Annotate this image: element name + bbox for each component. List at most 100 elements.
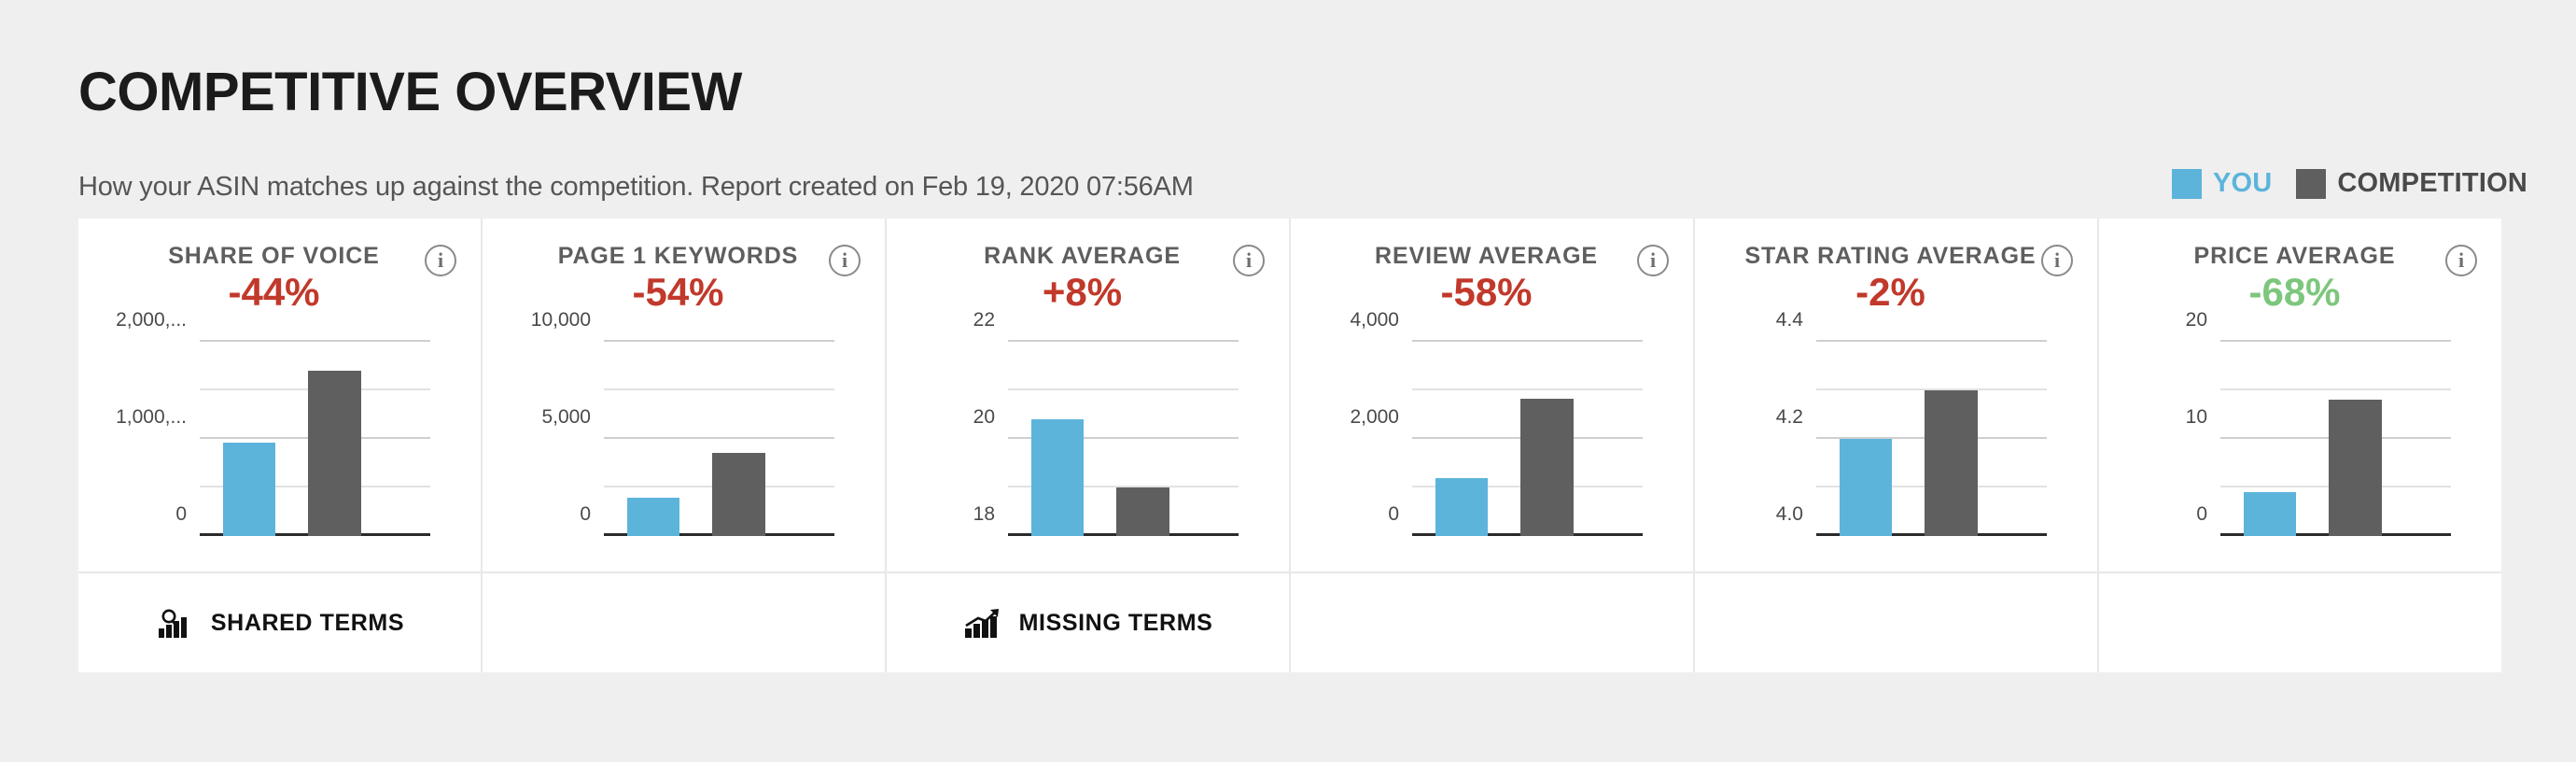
metric-card: PAGE 1 KEYWORDS -54% i 0 5,000 10,000: [483, 219, 887, 672]
bar-you: [1839, 439, 1893, 536]
metric-card-header: REVIEW AVERAGE -58% i: [1291, 219, 1693, 321]
chart-y-axis-tick-label: 2,000,...: [116, 309, 187, 331]
info-icon[interactable]: i: [2041, 245, 2073, 276]
metric-card-header: PRICE AVERAGE -68% i: [2099, 219, 2501, 321]
metric-card-footer: [1291, 572, 1693, 672]
info-icon[interactable]: i: [829, 245, 861, 276]
metric-title: RANK AVERAGE: [984, 243, 1181, 269]
bar-competition: [308, 371, 361, 536]
metric-title: STAR RATING AVERAGE: [1744, 243, 2037, 269]
metric-delta-value: +8%: [1042, 270, 1123, 314]
metric-delta-value: -68%: [2248, 270, 2341, 314]
metric-bar-chart: 0 1,000,... 2,000,...: [110, 309, 438, 557]
metric-bar-chart: 0 10 20: [2131, 309, 2458, 557]
chart-y-axis-tick-label: 4.0: [1775, 503, 1803, 525]
metric-card: REVIEW AVERAGE -58% i 0 2,000 4,000: [1291, 219, 1695, 672]
metric-card-strip: SHARE OF VOICE -44% i 0 1,000,... 2,000,... SH…: [78, 219, 2501, 672]
metric-card-header: RANK AVERAGE +8% i: [887, 219, 1289, 321]
metric-card-footer: [483, 572, 885, 672]
report-subtitle: How your ASIN matches up against the com…: [78, 172, 1194, 202]
metric-card-header: PAGE 1 KEYWORDS -54% i: [483, 219, 885, 321]
chart-y-axis-tick-label: 22: [973, 309, 995, 331]
legend-label-you: YOU: [2212, 168, 2273, 198]
legend-swatch-you-icon: [2171, 168, 2202, 199]
bar-you: [626, 498, 680, 536]
chart-y-axis-tick-label: 10,000: [530, 309, 591, 331]
chart-gridline-major: [1008, 340, 1239, 342]
chart-y-axis-tick-label: 4.4: [1775, 309, 1803, 331]
metric-title: PAGE 1 KEYWORDS: [557, 243, 799, 269]
chart-y-axis-tick-label: 2,000: [1350, 406, 1399, 428]
metric-title: SHARE OF VOICE: [168, 243, 380, 269]
footer-link-label[interactable]: MISSING TERMS: [1019, 610, 1213, 637]
chart-y-axis-tick-label: 10: [2185, 406, 2207, 428]
metric-bar-chart: 0 2,000 4,000: [1323, 309, 1650, 557]
missing-terms-icon: [963, 608, 1004, 638]
chart-gridline-major: [1816, 340, 2047, 342]
bar-competition: [1116, 487, 1169, 536]
chart-plot-area: 0 1,000,... 2,000,...: [116, 309, 430, 536]
bar-you: [2243, 492, 2297, 536]
chart-gridline-major: [1412, 340, 1643, 342]
bar-competition: [712, 452, 765, 536]
bar-competition: [1520, 398, 1574, 536]
chart-gridline-major: [2220, 340, 2451, 342]
chart-y-axis-tick-label: 20: [2185, 309, 2207, 331]
metric-card-footer: [2099, 572, 2501, 672]
chart-plot-area: 0 2,000 4,000: [1350, 309, 1643, 536]
metric-delta-value: -44%: [228, 270, 320, 314]
metric-card-header: STAR RATING AVERAGE -2% i: [1695, 219, 2097, 321]
chart-plot-area: 4.0 4.2 4.4: [1776, 309, 2047, 536]
chart-y-axis-tick-label: 0: [1388, 503, 1399, 525]
metric-card-footer[interactable]: SHARED TERMS: [78, 572, 481, 672]
metric-card-footer[interactable]: MISSING TERMS: [887, 572, 1289, 672]
chart-gridline-major: [604, 340, 834, 342]
chart-y-axis-tick-label: 5,000: [541, 406, 591, 428]
chart-y-axis-tick-label: 1,000,...: [116, 406, 187, 428]
chart-gridline-minor: [1412, 388, 1643, 390]
chart-gridline-minor: [2220, 388, 2451, 390]
chart-y-axis-tick-label: 4,000: [1350, 309, 1399, 331]
metric-bar-chart: 4.0 4.2 4.4: [1727, 309, 2054, 557]
metric-card-footer: [1695, 572, 2097, 672]
legend-item-competition: COMPETITION: [2296, 168, 2527, 199]
chart-gridline-major: [200, 340, 430, 342]
chart-y-axis-tick-label: 0: [2196, 503, 2207, 525]
bar-competition: [2329, 400, 2382, 536]
bar-competition: [1925, 390, 1978, 536]
chart-y-axis-tick-label: 0: [580, 503, 591, 525]
chart-y-axis-tick-label: 18: [973, 503, 995, 525]
metric-delta-value: -2%: [1855, 270, 1925, 314]
info-icon[interactable]: i: [425, 245, 456, 276]
legend-label-competition: COMPETITION: [2337, 168, 2527, 198]
chart-gridline-minor: [604, 388, 834, 390]
chart-plot-area: 0 10 20: [2186, 309, 2451, 536]
metric-card: RANK AVERAGE +8% i 18 20 22 MISSING TERMS: [887, 219, 1291, 672]
legend-item-you: YOU: [2171, 168, 2273, 199]
metric-card: PRICE AVERAGE -68% i 0 10 20: [2099, 219, 2501, 672]
bar-you: [1030, 419, 1085, 536]
chart-gridline-minor: [1008, 388, 1239, 390]
metric-card: SHARE OF VOICE -44% i 0 1,000,... 2,000,... SH…: [78, 219, 483, 672]
metric-title: REVIEW AVERAGE: [1374, 243, 1599, 269]
page-title: COMPETITIVE OVERVIEW: [78, 62, 742, 122]
legend-swatch-competition-icon: [2296, 168, 2327, 199]
chart-y-axis-tick-label: 0: [175, 503, 187, 525]
info-icon[interactable]: i: [1233, 245, 1265, 276]
chart-y-axis-tick-label: 20: [973, 406, 995, 428]
metric-card: STAR RATING AVERAGE -2% i 4.0 4.2 4.4: [1695, 219, 2099, 672]
footer-link-label[interactable]: SHARED TERMS: [211, 610, 404, 637]
chart-plot-area: 18 20 22: [973, 309, 1239, 536]
info-icon[interactable]: i: [2445, 245, 2477, 276]
metric-delta-value: -58%: [1440, 270, 1533, 314]
chart-plot-area: 0 5,000 10,000: [531, 309, 834, 536]
metric-bar-chart: 18 20 22: [918, 309, 1246, 557]
metric-bar-chart: 0 5,000 10,000: [514, 309, 842, 557]
chart-legend: YOU COMPETITION: [2171, 168, 2527, 199]
info-icon[interactable]: i: [1637, 245, 1669, 276]
metric-card-header: SHARE OF VOICE -44% i: [78, 219, 481, 321]
bar-you: [222, 443, 276, 536]
metric-title: PRICE AVERAGE: [2193, 243, 2396, 269]
chart-y-axis-tick-label: 4.2: [1775, 406, 1803, 428]
shared-terms-icon: [155, 608, 196, 638]
